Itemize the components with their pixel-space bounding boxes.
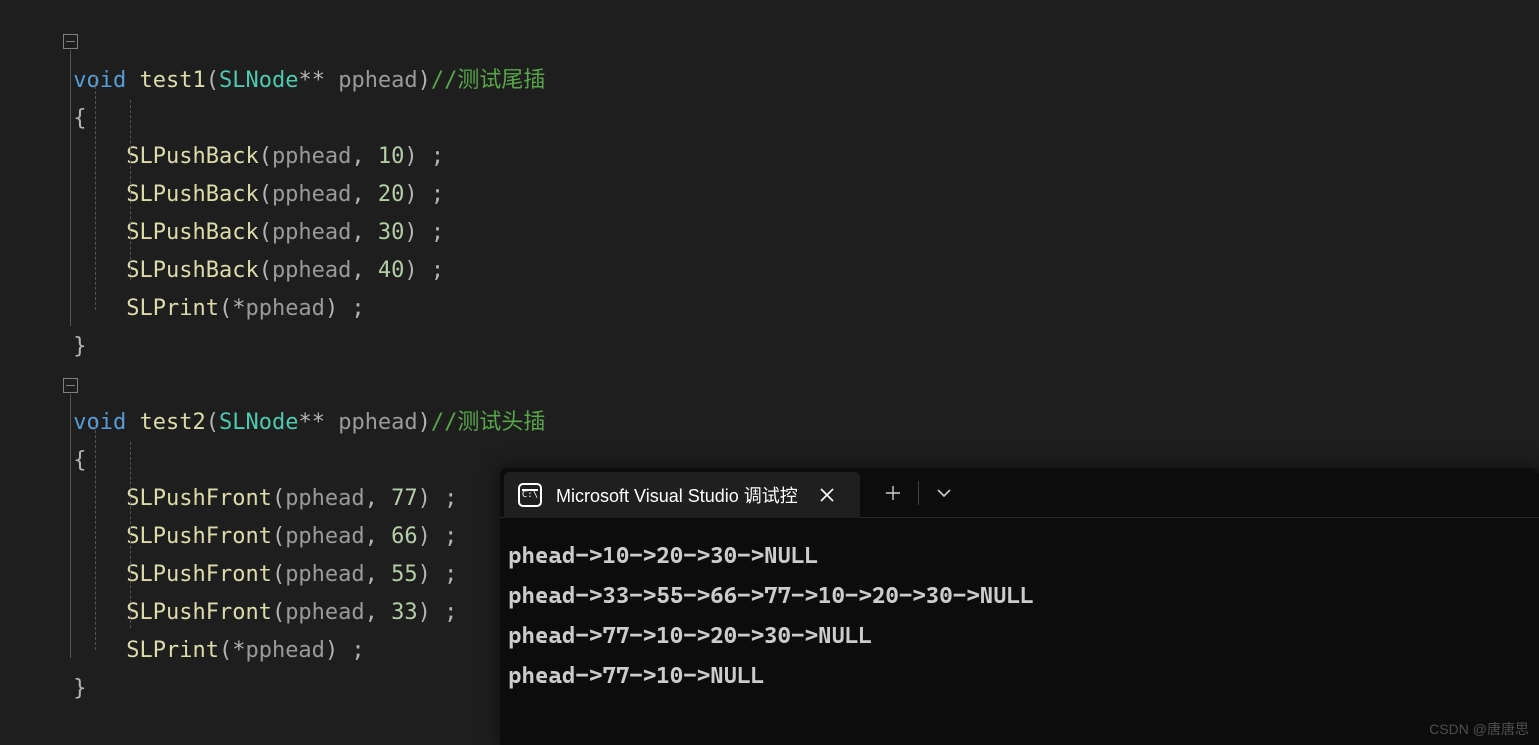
watermark: CSDN @唐唐思 (1429, 719, 1529, 739)
terminal-icon (518, 483, 542, 507)
code-line: { (60, 448, 87, 473)
code-line: } (60, 334, 87, 359)
console-line: phead->77->10->20->30->NULL (508, 616, 1531, 656)
outline-guide (70, 50, 71, 326)
console-output[interactable]: phead->10->20->30->NULL phead->33->55->6… (500, 518, 1539, 704)
outline-guide (70, 394, 71, 658)
console-line: phead->33->55->66->77->10->20->30->NULL (508, 576, 1531, 616)
code-line: SLPrint(*pphead) ; (60, 638, 365, 663)
code-line: { (60, 106, 87, 131)
indent-guide (130, 100, 131, 280)
fold-collapse-icon-2[interactable] (63, 378, 78, 393)
code-line: SLPushFront(pphead, 66) ; (60, 524, 457, 549)
code-line: SLPushBack(pphead, 40) ; (60, 258, 444, 283)
console-titlebar: Microsoft Visual Studio 调试控 (500, 468, 1539, 518)
code-line: SLPushFront(pphead, 33) ; (60, 600, 457, 625)
code-line: SLPrint(*pphead) ; (60, 296, 365, 321)
fold-collapse-icon-1[interactable] (63, 34, 78, 49)
code-line: SLPushFront(pphead, 77) ; (60, 486, 457, 511)
tab-dropdown-button[interactable] (919, 469, 969, 517)
code-line: void test2(SLNode** pphead)//测试头插 (60, 410, 545, 435)
console-line: phead->10->20->30->NULL (508, 536, 1531, 576)
console-tab-title: Microsoft Visual Studio 调试控 (556, 482, 798, 508)
code-line: SLPushBack(pphead, 20) ; (60, 182, 444, 207)
code-line: } (60, 676, 87, 701)
titlebar-actions (868, 468, 969, 517)
indent-guide (130, 442, 131, 628)
console-line: phead->77->10->NULL (508, 656, 1531, 696)
console-tab[interactable]: Microsoft Visual Studio 调试控 (504, 472, 860, 518)
new-tab-button[interactable] (868, 469, 918, 517)
code-line: SLPushBack(pphead, 10) ; (60, 144, 444, 169)
indent-guide (95, 420, 96, 650)
code-line: SLPushFront(pphead, 55) ; (60, 562, 457, 587)
code-line: void test1(SLNode** pphead)//测试尾插 (60, 68, 545, 93)
indent-guide (95, 76, 96, 310)
code-line: SLPushBack(pphead, 30) ; (60, 220, 444, 245)
debug-console-window: Microsoft Visual Studio 调试控 phead->10->2… (500, 468, 1539, 745)
close-icon[interactable] (812, 480, 842, 510)
